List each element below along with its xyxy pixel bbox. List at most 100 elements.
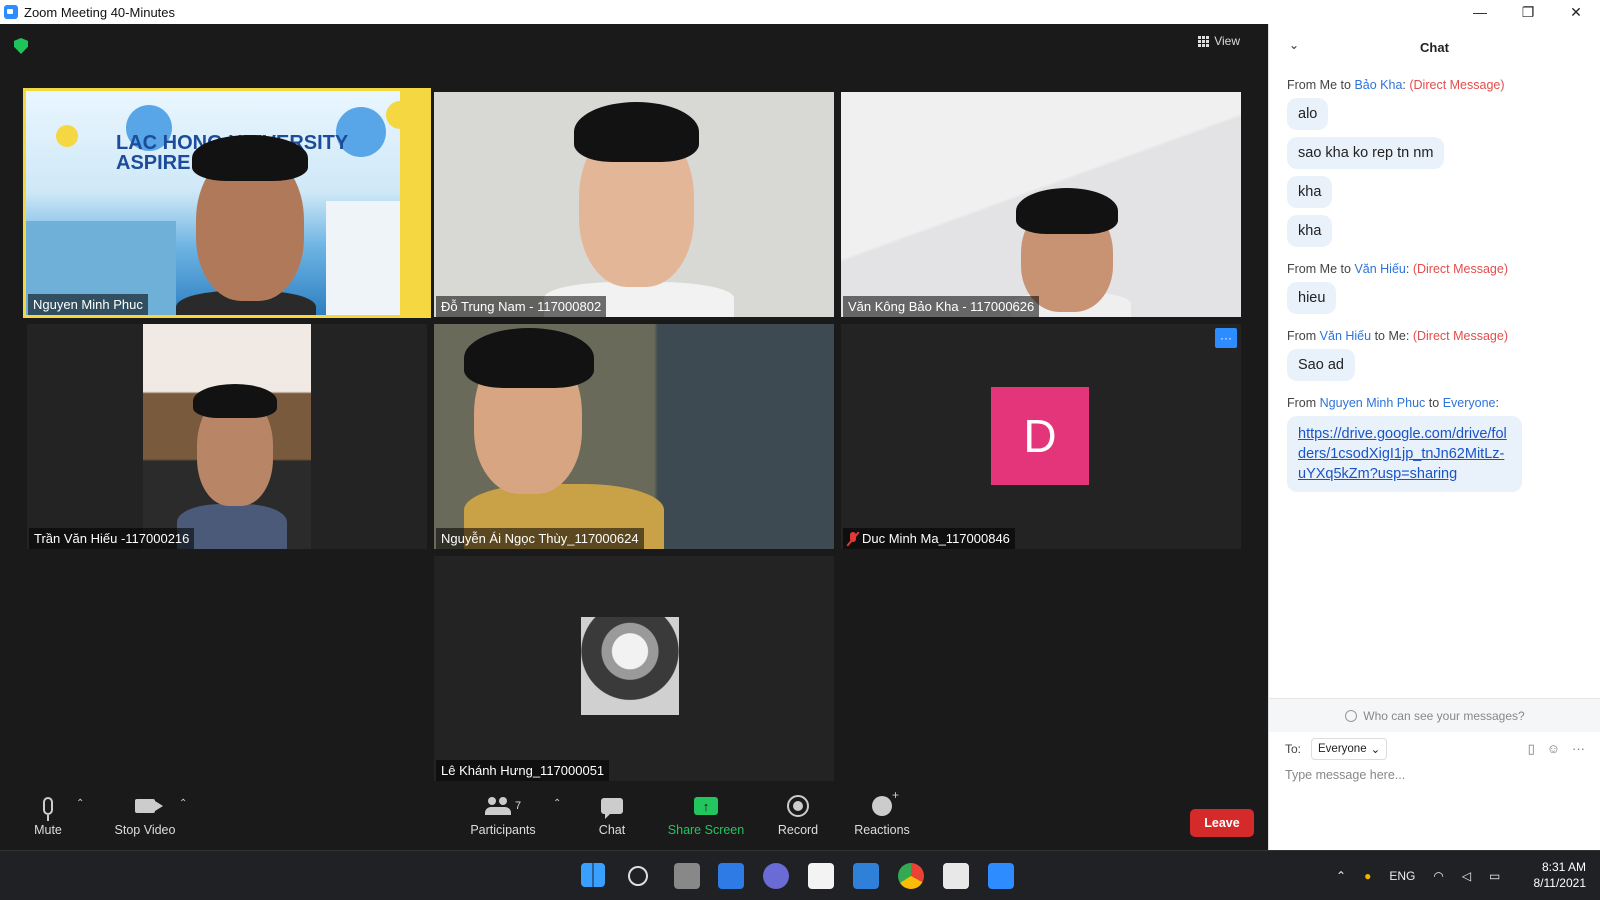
encryption-shield-icon[interactable] <box>14 38 28 54</box>
sender-name[interactable]: Văn Hiếu <box>1320 329 1371 343</box>
chat-button[interactable]: Chat <box>592 792 632 837</box>
mail-icon[interactable] <box>853 863 879 889</box>
profile-picture <box>581 617 679 715</box>
participant-name-label: Nguyễn Ái Ngọc Thùy_117000624 <box>436 528 644 549</box>
video-tile-duc-minh-ma[interactable]: ··· D Duc Minh Ma_117000846 <box>841 324 1241 549</box>
video-tile-van-kong-bao-kha[interactable]: Văn Kông Bảo Kha - 117000626 <box>841 92 1241 317</box>
zoom-app-icon <box>4 5 18 19</box>
participants-icon <box>484 797 511 815</box>
person-hair <box>1016 188 1118 234</box>
recipient-name[interactable]: Everyone <box>1443 396 1496 410</box>
video-tile-nguyen-minh-phuc[interactable]: LAC HONG UNIVERSITY ASPIRE Nguyen Minh P… <box>23 88 431 318</box>
system-tray: ⌃ ● ENG ◠ ◁ ▭ <box>1336 851 1500 900</box>
window-controls: — ❐ ✕ <box>1456 0 1600 24</box>
view-button[interactable]: View <box>1198 34 1240 48</box>
video-options-caret[interactable]: ⌃ <box>179 798 187 809</box>
more-icon[interactable]: ··· <box>1572 741 1585 757</box>
building-graphic <box>326 201 406 315</box>
battery-icon[interactable]: ▭ <box>1489 869 1500 883</box>
window-title-bar: Zoom Meeting 40-Minutes — ❐ ✕ <box>0 0 1600 24</box>
participant-name-label: Lê Khánh Hưng_117000051 <box>436 760 610 781</box>
participants-label: Participants <box>470 823 536 837</box>
meeting-control-bar: Mute ⌃ Stop Video ⌃ 7 Participants ⌃ Cha… <box>0 788 1268 850</box>
grid-icon <box>1198 35 1210 47</box>
search-icon[interactable] <box>628 866 648 886</box>
chrome-icon[interactable] <box>898 863 924 889</box>
mute-label: Mute <box>34 823 62 837</box>
recipient-name[interactable]: Văn Hiếu <box>1354 262 1405 276</box>
widgets-icon[interactable] <box>718 863 744 889</box>
chat-bubble-icon <box>601 798 623 819</box>
chat-header: ⌄ Chat <box>1269 24 1600 70</box>
start-icon[interactable] <box>581 863 605 887</box>
zoom-taskbar-icon[interactable] <box>988 863 1014 889</box>
chat-message: https://drive.google.com/drive/folders/1… <box>1287 416 1522 492</box>
participant-name-label: Nguyen Minh Phuc <box>28 294 148 315</box>
participants-button[interactable]: 7 Participants <box>468 792 538 837</box>
close-button[interactable]: ✕ <box>1552 0 1600 24</box>
reactions-smiley-icon <box>872 788 899 816</box>
participant-name-label: Văn Kông Bảo Kha - 117000626 <box>843 296 1040 317</box>
date-text: 8/11/2021 <box>1533 876 1587 890</box>
participant-name-label: Trần Văn Hiếu -117000216 <box>29 528 195 549</box>
shared-drive-link[interactable]: https://drive.google.com/drive/folders/1… <box>1298 426 1507 482</box>
mute-button[interactable]: Mute <box>28 792 68 837</box>
who-can-see-messages[interactable]: Who can see your messages? <box>1269 698 1600 732</box>
chat-label: Chat <box>598 823 626 837</box>
participant-name-label: Đỗ Trung Nam - 117000802 <box>436 296 607 317</box>
microphone-icon[interactable]: ● <box>1364 869 1371 883</box>
participant-name-label: Duc Minh Ma_117000846 <box>843 528 1015 549</box>
restore-button[interactable]: ❐ <box>1504 0 1552 24</box>
more-options-button[interactable]: ··· <box>1215 328 1237 348</box>
chat-message-meta: From Me to Bảo Kha: (Direct Message) <box>1287 78 1505 92</box>
emoji-icon[interactable]: ☺ <box>1547 741 1560 757</box>
recipient-select[interactable]: Everyone ⌄ <box>1311 738 1388 760</box>
view-label: View <box>1214 34 1240 48</box>
reactions-button[interactable]: Reactions <box>852 788 912 837</box>
chat-message: sao kha ko rep tn nm <box>1287 137 1445 169</box>
file-icon[interactable]: ▯ <box>1528 741 1535 757</box>
stop-video-button[interactable]: Stop Video <box>110 792 180 837</box>
video-tile-do-trung-nam[interactable]: Đỗ Trung Nam - 117000802 <box>434 92 834 317</box>
clock[interactable]: 8:31 AM 8/11/2021 <box>1534 859 1587 891</box>
video-tile-tran-van-hieu[interactable]: Trần Văn Hiếu -117000216 <box>27 324 427 549</box>
volume-icon[interactable]: ◁ <box>1462 869 1471 883</box>
audio-options-caret[interactable]: ⌃ <box>76 798 84 809</box>
participants-options-caret[interactable]: ⌃ <box>553 798 561 809</box>
chat-message-meta: From Văn Hiếu to Me: (Direct Message) <box>1287 329 1508 343</box>
share-screen-button[interactable]: ↑ Share Screen <box>667 792 745 837</box>
leave-button[interactable]: Leave <box>1190 809 1254 837</box>
chat-message: kha <box>1287 215 1333 247</box>
yellow-stripe <box>400 91 428 315</box>
chat-message-meta: From Nguyen Minh Phuc to Everyone: <box>1287 396 1499 410</box>
person-hair <box>574 102 699 162</box>
record-button[interactable]: Record <box>775 792 821 837</box>
store-icon[interactable] <box>808 863 834 889</box>
snipping-tool-icon[interactable] <box>943 863 969 889</box>
language-indicator[interactable]: ENG <box>1389 869 1415 883</box>
video-tile-nguyen-ai-ngoc-thuy[interactable]: Nguyễn Ái Ngọc Thùy_117000624 <box>434 324 834 549</box>
wifi-icon[interactable]: ◠ <box>1433 869 1443 883</box>
person-hair <box>192 135 308 181</box>
chat-message-input[interactable] <box>1285 768 1585 782</box>
share-screen-icon: ↑ <box>694 797 718 815</box>
chevron-down-icon[interactable]: ⌄ <box>1289 38 1299 52</box>
chat-recipient-row: To: Everyone ⌄ ▯ ☺ ··· <box>1285 738 1585 760</box>
chat-message-meta: From Me to Văn Hiếu: (Direct Message) <box>1287 262 1508 276</box>
minimize-button[interactable]: — <box>1456 0 1504 24</box>
person-icon <box>1345 709 1358 722</box>
task-view-icon[interactable] <box>674 863 700 889</box>
avatar: D <box>991 387 1089 485</box>
time-text: 8:31 AM <box>1541 860 1586 874</box>
meeting-area: View LAC HONG UNIVERSITY ASPIRE Nguyen M… <box>0 24 1268 850</box>
chat-message: Sao ad <box>1287 349 1355 381</box>
chevron-up-icon[interactable]: ⌃ <box>1336 869 1346 883</box>
video-tile-le-khanh-hung[interactable]: Lê Khánh Hưng_117000051 <box>434 556 834 781</box>
chat-title: Chat <box>1420 39 1449 55</box>
reactions-label: Reactions <box>854 823 910 837</box>
sender-name[interactable]: Nguyen Minh Phuc <box>1320 396 1426 410</box>
recipient-name[interactable]: Bảo Kha <box>1354 78 1402 92</box>
chevron-down-icon: ⌄ <box>1370 744 1381 756</box>
muted-mic-icon <box>848 531 858 546</box>
teams-chat-icon[interactable] <box>763 863 789 889</box>
